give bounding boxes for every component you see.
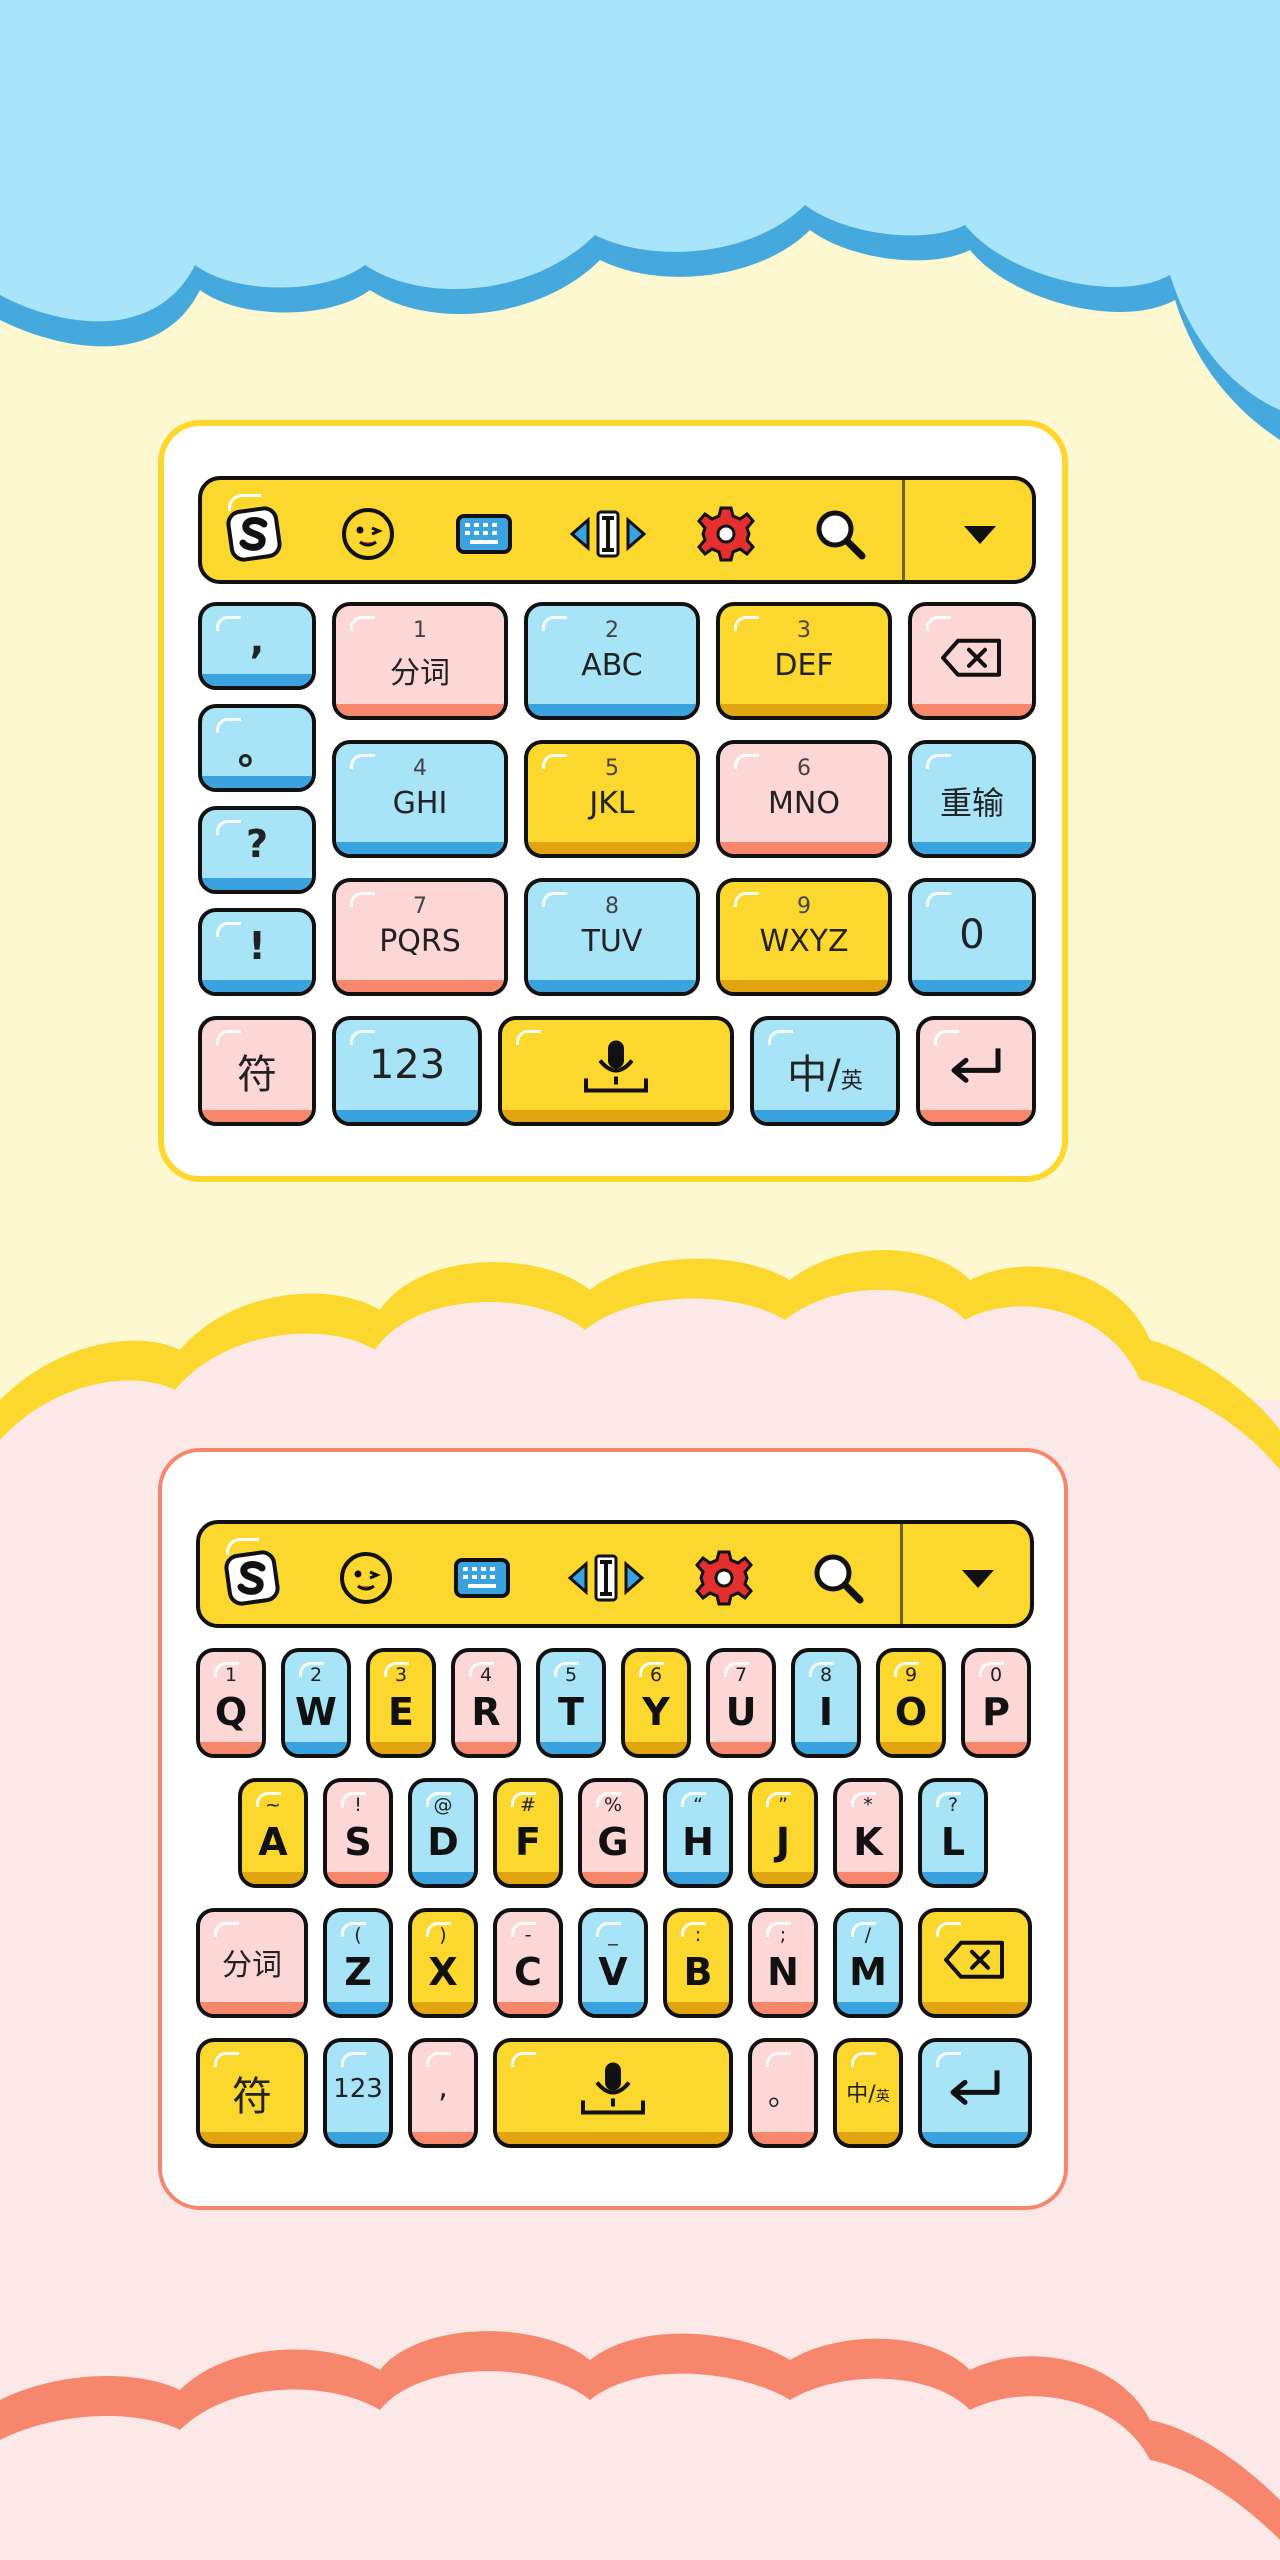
keyboard-icon[interactable] xyxy=(454,504,514,564)
key-x[interactable]: ) X xyxy=(408,1908,478,2018)
backspace-key[interactable] xyxy=(908,602,1036,720)
key-v[interactable]: _ V xyxy=(578,1908,648,2018)
enter-key[interactable] xyxy=(918,2038,1032,2148)
punct-key-exclaim[interactable]: ! xyxy=(198,908,316,996)
key-a[interactable]: ~ A xyxy=(238,1778,308,1888)
key-r[interactable]: 4R xyxy=(451,1648,521,1758)
backspace-icon xyxy=(941,638,1001,677)
collapse-triangle-icon[interactable] xyxy=(948,1548,1008,1608)
lang-switch-key[interactable]: 中/英 xyxy=(833,2038,903,2148)
enter-key[interactable] xyxy=(916,1016,1036,1126)
key-g[interactable]: % G xyxy=(578,1778,648,1888)
period-key[interactable]: 。 xyxy=(748,2038,818,2148)
space-mic-key[interactable] xyxy=(493,2038,733,2148)
key-m[interactable]: / M xyxy=(833,1908,903,2018)
lang-main-label: 中/ xyxy=(787,1052,841,1098)
lang-switch-key[interactable]: 中/英 xyxy=(750,1016,900,1126)
key-p[interactable]: 0P xyxy=(961,1648,1031,1758)
symbol-key[interactable]: 符 xyxy=(196,2038,308,2148)
keyboard-icon[interactable] xyxy=(452,1548,512,1608)
microphone-icon xyxy=(584,1040,648,1093)
key-o[interactable]: 9O xyxy=(876,1648,946,1758)
t9-key-2[interactable]: 2 ABC xyxy=(524,602,700,720)
zero-key[interactable]: 0 xyxy=(908,878,1036,996)
num-key[interactable]: 123 xyxy=(323,2038,393,2148)
search-icon[interactable] xyxy=(810,504,870,564)
t9-key-6[interactable]: 6 MNO xyxy=(716,740,892,858)
t9-key-7[interactable]: 7 PQRS xyxy=(332,878,508,996)
search-icon[interactable] xyxy=(808,1548,868,1608)
gear-icon[interactable] xyxy=(696,504,756,564)
t9-key-3[interactable]: 3 DEF xyxy=(716,602,892,720)
toolbar-divider xyxy=(900,1524,903,1624)
lang-sub-label: 英 xyxy=(840,1069,863,1094)
keyboard-toolbar xyxy=(196,1520,1034,1628)
cursor-move-icon[interactable] xyxy=(566,1548,646,1608)
key-j[interactable]: ” J xyxy=(748,1778,818,1888)
t9-keyboard-panel: , 。 ? ! 1 分词 2 ABC 3 DEF 4 GHI 5 JKL 6 MNO 7 PQ… xyxy=(158,420,1068,1182)
key-e[interactable]: 3E xyxy=(366,1648,436,1758)
comma-key[interactable]: , xyxy=(408,2038,478,2148)
sogou-logo-icon[interactable] xyxy=(224,504,284,564)
t9-key-1[interactable]: 1 分词 xyxy=(332,602,508,720)
qwerty-keyboard-panel: 1Q 2W 3E 4R 5T 6Y 7U 8I 9O 0P ~ A ! S @ D #… xyxy=(158,1448,1068,2210)
key-k[interactable]: * K xyxy=(833,1778,903,1888)
lang-main-label: 中/ xyxy=(846,2082,876,2107)
key-t[interactable]: 5T xyxy=(536,1648,606,1758)
segment-key[interactable]: 分词 xyxy=(196,1908,308,2018)
symbol-key[interactable]: 符 xyxy=(198,1016,316,1126)
enter-icon xyxy=(951,1048,1001,1083)
key-w[interactable]: 2W xyxy=(281,1648,351,1758)
num-key[interactable]: 123 xyxy=(332,1016,482,1126)
key-u[interactable]: 7U xyxy=(706,1648,776,1758)
punct-key-comma[interactable]: , xyxy=(198,602,316,690)
key-b[interactable]: :B xyxy=(663,1908,733,2018)
keyboard-toolbar xyxy=(198,476,1036,584)
cursor-move-icon[interactable] xyxy=(568,504,648,564)
toolbar-divider xyxy=(902,480,905,580)
key-s[interactable]: ! S xyxy=(323,1778,393,1888)
punct-key-period[interactable]: 。 xyxy=(198,704,316,792)
backspace-icon xyxy=(944,1940,1004,1979)
t9-key-5[interactable]: 5 JKL xyxy=(524,740,700,858)
key-z[interactable]: (Z xyxy=(323,1908,393,2018)
key-i[interactable]: 8I xyxy=(791,1648,861,1758)
emoji-icon[interactable] xyxy=(336,1548,396,1608)
t9-key-9[interactable]: 9 WXYZ xyxy=(716,878,892,996)
t9-key-8[interactable]: 8 TUV xyxy=(524,878,700,996)
backspace-key[interactable] xyxy=(918,1908,1032,2018)
sogou-logo-icon[interactable] xyxy=(222,1548,282,1608)
key-h[interactable]: “H xyxy=(663,1778,733,1888)
key-l[interactable]: ? L xyxy=(918,1778,988,1888)
key-n[interactable]: ; N xyxy=(748,1908,818,2018)
t9-key-4[interactable]: 4 GHI xyxy=(332,740,508,858)
enter-icon xyxy=(950,2070,1000,2105)
collapse-triangle-icon[interactable] xyxy=(950,504,1010,564)
key-f[interactable]: # F xyxy=(493,1778,563,1888)
lang-sub-label: 英 xyxy=(875,2089,890,2105)
key-q[interactable]: 1Q xyxy=(196,1648,266,1758)
emoji-icon[interactable] xyxy=(338,504,398,564)
key-y[interactable]: 6Y xyxy=(621,1648,691,1758)
reenter-key[interactable]: 重输 xyxy=(908,740,1036,858)
microphone-icon xyxy=(581,2062,645,2115)
space-mic-key[interactable] xyxy=(498,1016,734,1126)
key-c[interactable]: -C xyxy=(493,1908,563,2018)
key-d[interactable]: @ D xyxy=(408,1778,478,1888)
gear-icon[interactable] xyxy=(694,1548,754,1608)
punct-key-question[interactable]: ? xyxy=(198,806,316,894)
